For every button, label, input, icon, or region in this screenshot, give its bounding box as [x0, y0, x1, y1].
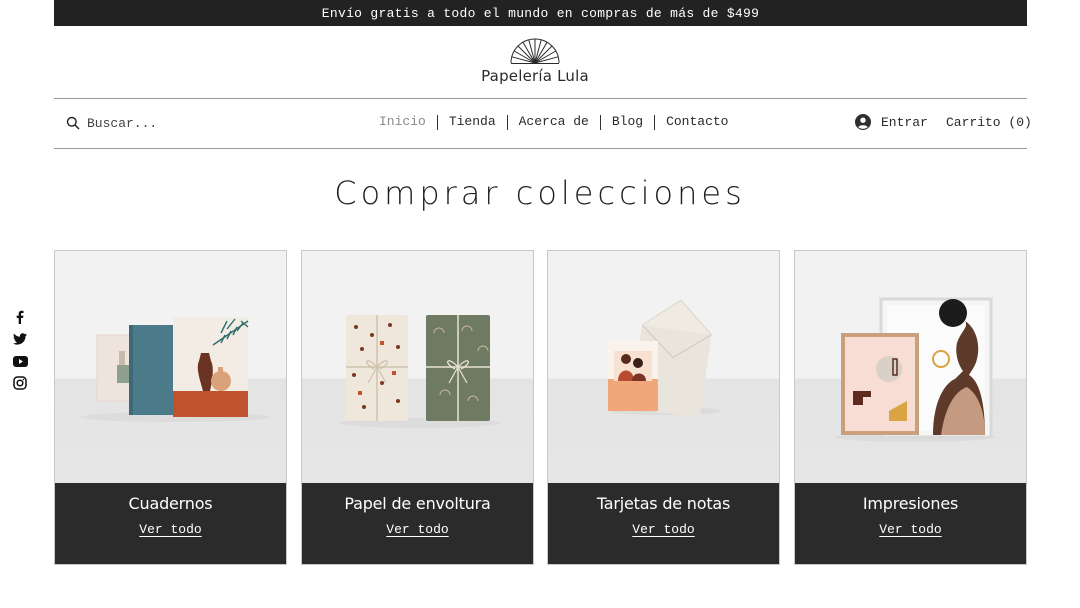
search-icon[interactable] — [66, 116, 80, 130]
login-button[interactable]: Entrar — [855, 114, 928, 130]
promo-text: Envío gratis a todo el mundo en compras … — [321, 5, 760, 21]
note-cards-image — [548, 251, 779, 483]
brand-name: Papelería Lula — [481, 67, 589, 85]
cart-link[interactable]: Carrito (0) — [946, 115, 1032, 130]
nav-item-blog[interactable]: Blog — [601, 114, 654, 130]
sunrise-lines-icon — [510, 38, 560, 64]
view-all-link[interactable]: Ver todo — [386, 522, 448, 537]
user-avatar-icon — [855, 114, 871, 130]
view-all-link[interactable]: Ver todo — [139, 522, 201, 537]
facebook-icon[interactable] — [11, 308, 29, 326]
social-bar — [11, 308, 29, 396]
header-divider-top — [54, 98, 1027, 99]
collection-card-cuadernos[interactable]: Cuadernos Ver todo — [54, 250, 287, 565]
collection-title: Papel de envoltura — [344, 494, 491, 513]
promo-banner: Envío gratis a todo el mundo en compras … — [54, 0, 1027, 26]
collection-card-tarjetas-de-notas[interactable]: Tarjetas de notas Ver todo — [547, 250, 780, 565]
prints-image — [795, 251, 1026, 483]
main-nav: Inicio Tienda Acerca de Blog Contacto — [368, 114, 739, 130]
nav-item-contacto[interactable]: Contacto — [655, 114, 739, 130]
collection-title: Impresiones — [862, 494, 959, 513]
collection-title: Tarjetas de notas — [596, 494, 731, 513]
search-input[interactable] — [87, 115, 237, 131]
nav-item-inicio[interactable]: Inicio — [368, 114, 437, 130]
collection-title: Cuadernos — [128, 494, 213, 513]
page-title: Comprar colecciones — [334, 174, 746, 212]
header-divider-bottom — [54, 148, 1027, 149]
collection-card-papel-de-envoltura[interactable]: Papel de envoltura Ver todo — [301, 250, 534, 565]
nav-item-acerca-de[interactable]: Acerca de — [508, 114, 600, 130]
wrapping-paper-image — [302, 251, 533, 483]
notebooks-image — [55, 251, 286, 483]
search-box[interactable] — [66, 112, 237, 134]
nav-item-tienda[interactable]: Tienda — [438, 114, 507, 130]
instagram-icon[interactable] — [11, 374, 29, 392]
youtube-icon[interactable] — [11, 352, 29, 370]
view-all-link[interactable]: Ver todo — [632, 522, 694, 537]
twitter-icon[interactable] — [11, 330, 29, 348]
login-label: Entrar — [881, 114, 928, 130]
collection-card-impresiones[interactable]: Impresiones Ver todo — [794, 250, 1027, 565]
site-logo[interactable]: Papelería Lula — [470, 38, 600, 90]
view-all-link[interactable]: Ver todo — [879, 522, 941, 537]
